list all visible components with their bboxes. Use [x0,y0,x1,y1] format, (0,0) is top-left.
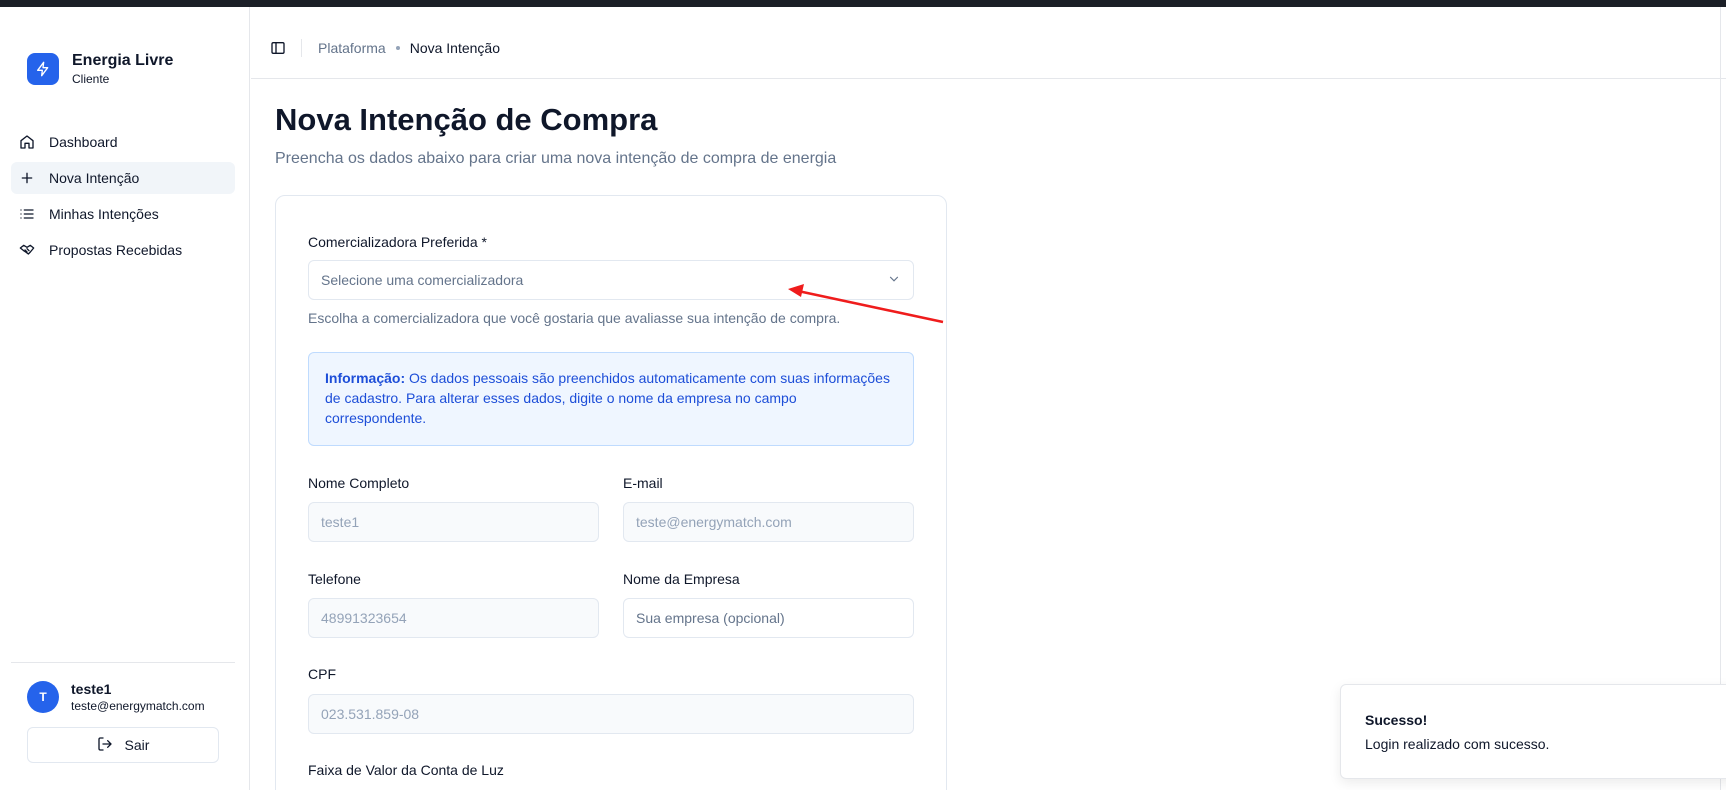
header-separator [301,39,302,57]
list-icon [19,206,35,222]
avatar: T [27,681,59,713]
toast-notification[interactable]: Sucesso! Login realizado com sucesso. [1340,684,1726,779]
brand-name: Energia Livre [72,52,174,69]
supplier-select-placeholder: Selecione uma comercializadora [321,272,524,288]
company-input[interactable] [623,598,914,638]
page-title: Nova Intenção de Compra [275,102,658,137]
zap-icon [27,53,59,85]
user-email: teste@energymatch.com [71,699,205,713]
full-name-label: Nome Completo [308,475,410,491]
annotation-arrow [788,284,944,324]
home-icon [19,134,35,150]
toast-title: Sucesso! [1365,712,1428,728]
sidebar-item-minhas-intencoes[interactable]: Minhas Intenções [11,198,235,230]
logout-icon [97,736,113,755]
user-profile[interactable]: T teste1 teste@energymatch.com [27,680,205,714]
logout-button[interactable]: Sair [27,727,219,763]
breadcrumb-current: Nova Intenção [409,40,500,56]
email-field[interactable]: teste@energymatch.com [623,502,914,542]
sidebar-item-nova-intencao[interactable]: Nova Intenção [11,162,235,194]
toast-message: Login realizado com sucesso. [1365,736,1550,752]
sidebar: Energia Livre Cliente Dashboard Nova Int… [0,7,250,790]
window-top-bar [0,0,1726,7]
supplier-help-text: Escolha a comercializadora que você gost… [308,310,841,326]
user-name: teste1 [71,681,112,697]
logout-label: Sair [124,737,150,753]
cpf-field[interactable]: 023.531.859-08 [308,694,914,734]
sidebar-item-label: Dashboard [49,134,118,150]
sidebar-item-dashboard[interactable]: Dashboard [11,126,235,158]
phone-field[interactable]: 48991323654 [308,598,599,638]
breadcrumb-separator [395,46,400,50]
cpf-label: CPF [308,666,336,682]
plus-icon [19,170,35,186]
breadcrumb-root[interactable]: Plataforma [318,40,386,56]
info-box: Informação: Os dados pessoais são preenc… [308,352,914,446]
company-label: Nome da Empresa [623,571,740,587]
email-label: E-mail [623,475,663,491]
sidebar-toggle-icon[interactable] [269,39,287,57]
info-title: Informação: [325,370,406,386]
info-text: Os dados pessoais são preenchidos automa… [325,370,890,426]
brand[interactable]: Energia Livre Cliente [27,51,173,87]
full-name-field[interactable]: teste1 [308,502,599,542]
sidebar-nav: Dashboard Nova Intenção Minhas Intenções… [11,126,235,270]
page-subtitle: Preencha os dados abaixo para criar uma … [275,150,837,167]
sidebar-item-label: Minhas Intenções [49,206,159,222]
brand-subtitle: Cliente [72,72,110,86]
sidebar-item-propostas-recebidas[interactable]: Propostas Recebidas [11,234,235,266]
bill-range-label: Faixa de Valor da Conta de Luz [308,762,504,778]
sidebar-divider [11,662,235,663]
supplier-label: Comercializadora Preferida * [308,234,487,250]
handshake-icon [19,242,35,258]
phone-label: Telefone [308,571,361,587]
top-header: Plataforma Nova Intenção [251,7,1726,79]
sidebar-item-label: Propostas Recebidas [49,242,183,258]
sidebar-item-label: Nova Intenção [49,170,140,186]
page-right-border [1720,7,1721,790]
